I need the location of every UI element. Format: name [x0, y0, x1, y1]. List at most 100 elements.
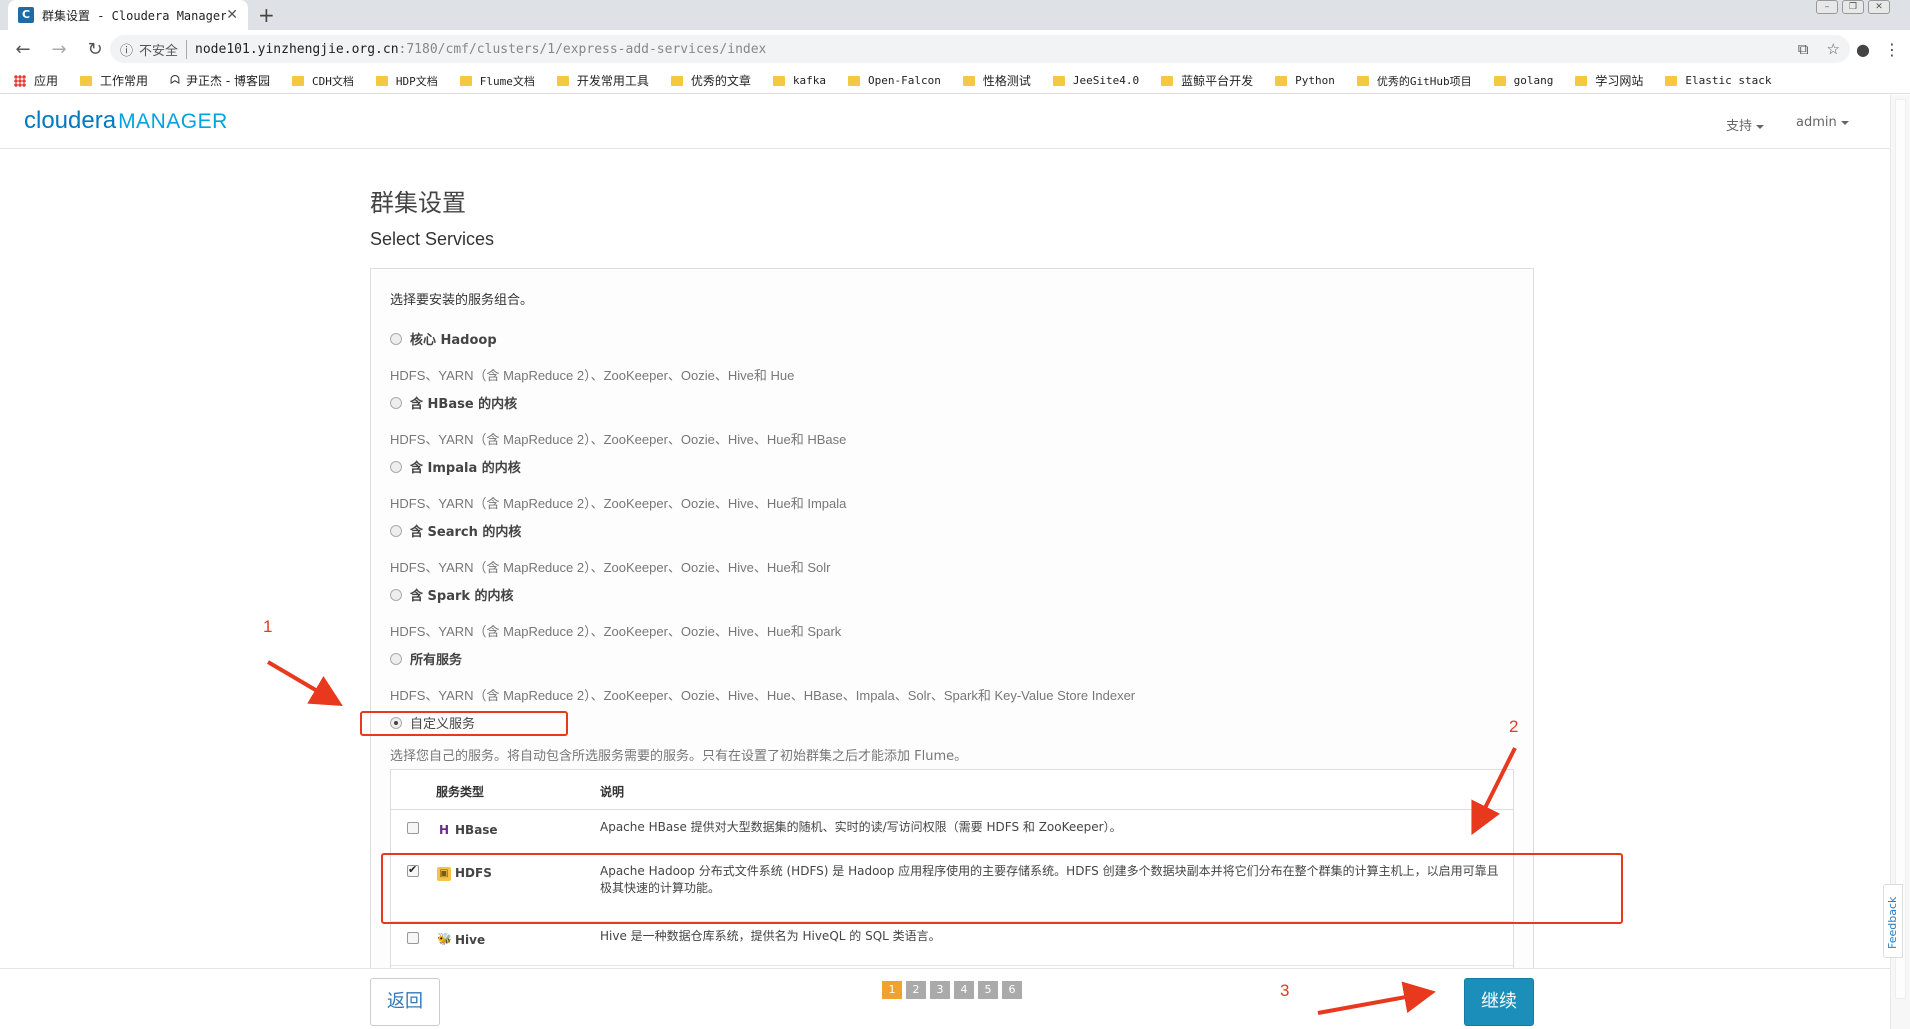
- bookmark-item[interactable]: ᗣ 尹正杰 - 博客园: [170, 72, 270, 89]
- info-icon[interactable]: ⓘ: [120, 40, 133, 59]
- service-name: Hive: [455, 933, 486, 947]
- reload-icon[interactable]: ↻: [82, 39, 108, 60]
- bookmark-item[interactable]: Python: [1275, 74, 1335, 87]
- service-desc: Apache HBase 提供对大型数据集的随机、实时的读/写访问权限（需要 H…: [600, 820, 1122, 834]
- col-description: 说明: [600, 785, 625, 799]
- annotation-number: 1: [263, 617, 273, 636]
- folder-icon: [375, 75, 388, 86]
- option-desc: HDFS、YARN（含 MapReduce 2）、ZooKeeper、Oozie…: [390, 624, 842, 639]
- forward-arrow-icon[interactable]: →: [46, 39, 72, 60]
- bookmark-item[interactable]: 优秀的文章: [670, 72, 751, 89]
- translate-icon[interactable]: ⧉: [1798, 40, 1809, 58]
- bookmark-apps[interactable]: 应用: [14, 72, 58, 89]
- browser-tab[interactable]: C 群集设置 - Cloudera Manager ✕: [8, 0, 248, 30]
- service-name: HBase: [455, 823, 498, 837]
- security-status: 不安全: [139, 39, 188, 59]
- tab-title: 群集设置 - Cloudera Manager: [42, 8, 227, 23]
- table-header: 服务类型 说明: [391, 770, 1513, 810]
- step-indicator: 4: [954, 981, 974, 999]
- url-host: node101.yinzhengjie.org.cn: [195, 41, 399, 57]
- service-checkbox[interactable]: [407, 822, 419, 834]
- cloudera-manager-logo[interactable]: clouderaMANAGER: [24, 107, 228, 135]
- custom-services-desc: 选择您自己的服务。将自动包含所选服务需要的服务。只有在设置了初始群集之后才能添加…: [390, 749, 968, 764]
- bookmark-item[interactable]: 工作常用: [80, 72, 148, 89]
- support-menu[interactable]: 支持: [1726, 115, 1765, 134]
- service-desc: Hive 是一种数据仓库系统，提供名为 HiveQL 的 SQL 类语言。: [600, 929, 941, 943]
- url-path: :7180/cmf/clusters/1/express-add-service…: [398, 41, 767, 57]
- bookmark-item[interactable]: kafka: [772, 74, 826, 87]
- back-button[interactable]: 返回: [370, 978, 440, 1026]
- wizard-steps: 1 2 3 4 5 6: [882, 981, 1022, 999]
- caret-down-icon: [1840, 120, 1849, 125]
- restore-icon[interactable]: ❐: [1842, 0, 1864, 14]
- step-indicator: 5: [978, 981, 998, 999]
- app-header: clouderaMANAGER 支持 admin: [0, 95, 1890, 149]
- tab-close-icon[interactable]: ✕: [226, 7, 238, 23]
- bookmark-item[interactable]: HDP文档: [375, 73, 438, 89]
- continue-button[interactable]: 继续: [1464, 978, 1534, 1026]
- radio-button[interactable]: [390, 524, 402, 537]
- caret-down-icon: [1756, 124, 1765, 129]
- step-indicator: 2: [906, 981, 926, 999]
- radio-button[interactable]: [390, 652, 402, 665]
- browser-tabbar: C 群集设置 - Cloudera Manager ✕ + – ❐ ✕: [0, 0, 1910, 30]
- back-arrow-icon[interactable]: ←: [10, 39, 36, 60]
- annotation-number: 2: [1509, 717, 1519, 736]
- window-close-icon[interactable]: ✕: [1868, 0, 1890, 14]
- option-impala-core[interactable]: 含 Impala 的内核 HDFS、YARN（含 MapReduce 2）、Zo…: [390, 457, 846, 512]
- step-indicator: 1: [882, 981, 902, 999]
- folder-icon: [1493, 75, 1506, 86]
- user-menu[interactable]: admin: [1796, 115, 1849, 130]
- service-checkbox[interactable]: [407, 932, 419, 944]
- bookmarks-bar: 应用 工作常用 ᗣ 尹正杰 - 博客园 CDH文档 HDP文档 Flume文档 开…: [0, 68, 1910, 94]
- feedback-tab[interactable]: Feedback: [1883, 884, 1903, 958]
- address-bar[interactable]: ⓘ 不安全 node101.yinzhengjie.org.cn :7180/c…: [110, 35, 1850, 63]
- option-spark-core[interactable]: 含 Spark 的内核 HDFS、YARN（含 MapReduce 2）、Zoo…: [390, 585, 841, 640]
- bookmark-item[interactable]: Open-Falcon: [848, 74, 941, 87]
- bookmark-item[interactable]: 开发常用工具: [556, 72, 649, 89]
- option-desc: HDFS、YARN（含 MapReduce 2）、ZooKeeper、Oozie…: [390, 560, 831, 575]
- window-controls: – ❐ ✕: [1816, 0, 1890, 14]
- radio-button[interactable]: [390, 332, 402, 345]
- browser-toolbar: ← → ↻ ⓘ 不安全 node101.yinzhengjie.org.cn :…: [0, 30, 1910, 68]
- logo-cloudera: cloudera: [24, 107, 117, 134]
- page-subtitle: Select Services: [370, 229, 495, 249]
- wizard-footer: 返回 1 2 3 4 5 6 继续: [0, 968, 1890, 1029]
- hbase-icon: H: [438, 823, 450, 837]
- radio-button[interactable]: [390, 460, 402, 473]
- folder-icon: [80, 75, 93, 86]
- minimize-icon[interactable]: –: [1816, 0, 1838, 14]
- folder-icon: [962, 75, 975, 86]
- bookmark-item[interactable]: 性格测试: [962, 72, 1031, 89]
- option-search-core[interactable]: 含 Search 的内核 HDFS、YARN（含 MapReduce 2）、Zo…: [390, 521, 830, 576]
- option-core-hadoop[interactable]: 核心 Hadoop HDFS、YARN（含 MapReduce 2）、ZooKe…: [390, 329, 794, 384]
- folder-icon: [291, 75, 304, 86]
- bookmark-item[interactable]: golang: [1493, 74, 1553, 87]
- bookmark-item[interactable]: Elastic stack: [1665, 74, 1771, 87]
- folder-icon: [848, 75, 860, 86]
- col-service-type: 服务类型: [436, 785, 485, 799]
- bookmark-item[interactable]: JeeSite4.0: [1052, 74, 1139, 87]
- bookmark-item[interactable]: 蓝鲸平台开发: [1161, 72, 1253, 89]
- bookmark-item[interactable]: 优秀的GitHub项目: [1356, 73, 1472, 89]
- annotation-box-hdfs: [381, 853, 1623, 924]
- profile-avatar-icon[interactable]: ●: [1856, 40, 1870, 59]
- bookmark-item[interactable]: Flume文档: [459, 73, 535, 89]
- scrollbar-thumb[interactable]: [1895, 99, 1906, 999]
- annotation-arrow-1: [266, 660, 343, 707]
- annotation-number: 3: [1280, 981, 1290, 1000]
- option-desc: HDFS、YARN（含 MapReduce 2）、ZooKeeper、Oozie…: [390, 432, 847, 447]
- bookmark-star-icon[interactable]: ☆: [1827, 40, 1840, 58]
- browser-menu-icon[interactable]: ⋮: [1884, 40, 1900, 59]
- option-hbase-core[interactable]: 含 HBase 的内核 HDFS、YARN（含 MapReduce 2）、Zoo…: [390, 393, 846, 448]
- folder-icon: [1275, 75, 1288, 86]
- folder-icon: [459, 75, 472, 86]
- bookmark-item[interactable]: 学习网站: [1575, 72, 1643, 89]
- new-tab-button[interactable]: +: [258, 3, 275, 27]
- radio-button[interactable]: [390, 588, 402, 601]
- hive-icon: 🐝: [437, 932, 452, 946]
- radio-button[interactable]: [390, 396, 402, 409]
- page-title: 群集设置: [370, 189, 466, 217]
- bookmark-item[interactable]: CDH文档: [291, 73, 354, 89]
- option-all-services[interactable]: 所有服务 HDFS、YARN（含 MapReduce 2）、ZooKeeper、…: [390, 649, 1135, 704]
